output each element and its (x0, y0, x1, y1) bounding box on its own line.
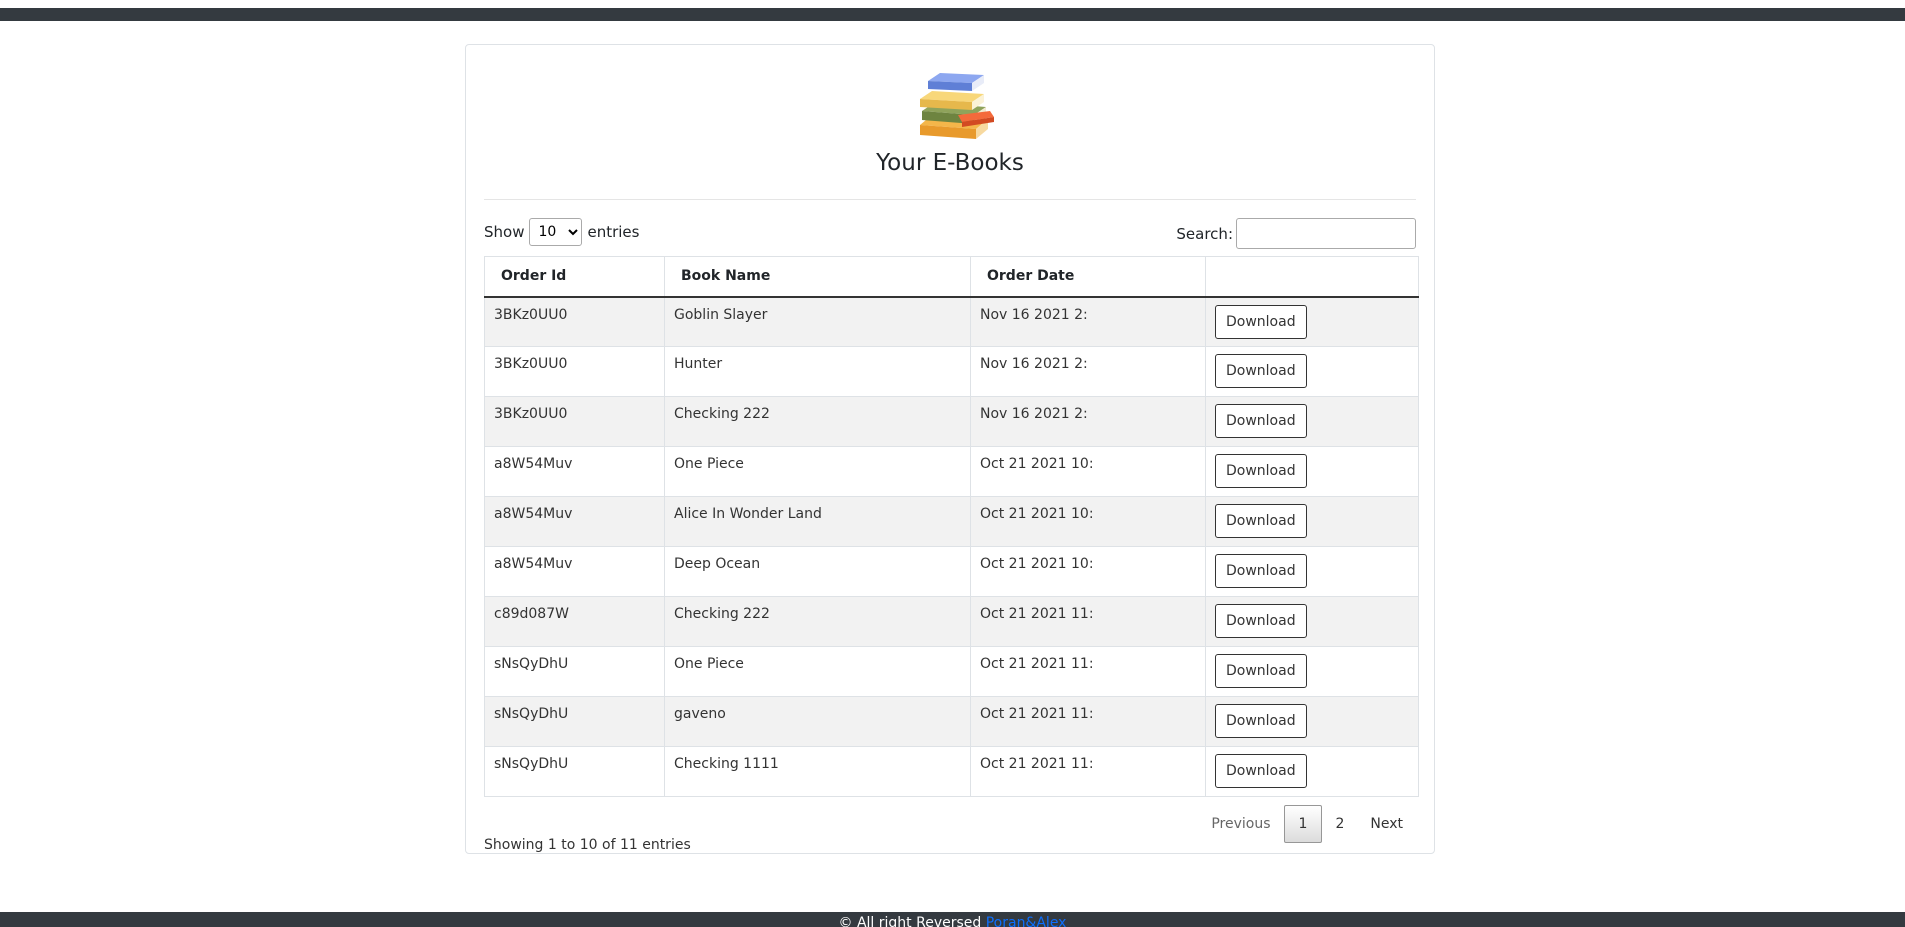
table-info: Showing 1 to 10 of 11 entries (484, 837, 691, 853)
actions-cell: Download (1205, 546, 1419, 597)
actions-cell: Download (1205, 696, 1419, 747)
book-name-cell: One Piece (664, 646, 971, 697)
top-navbar (0, 8, 1905, 21)
order-id-cell: sNsQyDhU (484, 696, 665, 747)
book-name-cell: Alice In Wonder Land (664, 496, 971, 547)
table-row: sNsQyDhU One Piece Oct 21 2021 11: Downl… (484, 646, 1419, 697)
book-name-cell: Checking 222 (664, 596, 971, 647)
order-date-cell: Oct 21 2021 11: (970, 696, 1206, 747)
order-id-cell: 3BKz0UU0 (484, 396, 665, 447)
ebooks-card: Your E-Books Show 10 entries Search: Ord… (465, 44, 1435, 854)
order-date-cell: Nov 16 2021 2: (970, 396, 1206, 447)
order-id-cell: sNsQyDhU (484, 746, 665, 797)
book-name-cell: One Piece (664, 446, 971, 497)
title-divider (484, 199, 1416, 200)
actions-cell: Download (1205, 746, 1419, 797)
table-row: c89d087W Checking 222 Oct 21 2021 11: Do… (484, 596, 1419, 647)
download-button[interactable]: Download (1215, 754, 1307, 788)
order-date-cell: Oct 21 2021 11: (970, 596, 1206, 647)
books-stack-icon (920, 73, 994, 139)
actions-cell: Download (1205, 296, 1419, 347)
search-label: Search: (1176, 224, 1233, 243)
page-title: Your E-Books (876, 150, 1024, 176)
table-row: 3BKz0UU0 Goblin Slayer Nov 16 2021 2: Do… (484, 296, 1419, 347)
book-name-cell: Goblin Slayer (664, 296, 971, 347)
table-row: sNsQyDhU gaveno Oct 21 2021 11: Download (484, 696, 1419, 747)
order-date-cell: Nov 16 2021 2: (970, 296, 1206, 347)
order-id-cell: a8W54Muv (484, 446, 665, 497)
order-date-cell: Oct 21 2021 11: (970, 646, 1206, 697)
search-input[interactable] (1236, 218, 1416, 249)
table-row: a8W54Muv Deep Ocean Oct 21 2021 10: Down… (484, 546, 1419, 597)
download-button[interactable]: Download (1215, 654, 1307, 688)
order-date-cell: Oct 21 2021 10: (970, 446, 1206, 497)
page-length-select[interactable]: 10 (529, 218, 583, 246)
download-button[interactable]: Download (1215, 504, 1307, 538)
page-length-control: Show 10 entries (484, 217, 639, 247)
page-button-2[interactable]: 2 (1322, 806, 1357, 842)
footer-text: © All right Reversed (838, 915, 982, 927)
column-header-actions (1205, 256, 1419, 298)
previous-button[interactable]: Previous (1198, 806, 1283, 842)
column-header-order-date[interactable]: Order Date (970, 256, 1206, 298)
order-date-cell: Oct 21 2021 10: (970, 546, 1206, 597)
order-date-cell: Nov 16 2021 2: (970, 346, 1206, 397)
book-name-cell: Hunter (664, 346, 971, 397)
download-button[interactable]: Download (1215, 354, 1307, 388)
book-name-cell: Deep Ocean (664, 546, 971, 597)
order-id-cell: c89d087W (484, 596, 665, 647)
book-name-cell: Checking 222 (664, 396, 971, 447)
order-id-cell: sNsQyDhU (484, 646, 665, 697)
table-row: sNsQyDhU Checking 1111 Oct 21 2021 11: D… (484, 746, 1419, 797)
download-button[interactable]: Download (1215, 604, 1307, 638)
table-row: 3BKz0UU0 Checking 222 Nov 16 2021 2: Dow… (484, 396, 1419, 447)
page-button-1[interactable]: 1 (1283, 805, 1323, 843)
order-id-cell: 3BKz0UU0 (484, 296, 665, 347)
footer: © All right Reversed Poran&Alex (0, 912, 1905, 927)
column-header-book-name[interactable]: Book Name (664, 256, 971, 298)
pagination: Previous 1 2 Next (1198, 805, 1416, 843)
order-id-cell: a8W54Muv (484, 546, 665, 597)
download-button[interactable]: Download (1215, 404, 1307, 438)
download-button[interactable]: Download (1215, 704, 1307, 738)
next-button[interactable]: Next (1357, 806, 1416, 842)
download-button[interactable]: Download (1215, 304, 1307, 339)
book-name-cell: gaveno (664, 696, 971, 747)
search-control: Search: (1176, 217, 1416, 250)
table-row: a8W54Muv One Piece Oct 21 2021 10: Downl… (484, 446, 1419, 497)
order-date-cell: Oct 21 2021 10: (970, 496, 1206, 547)
actions-cell: Download (1205, 346, 1419, 397)
table-row: a8W54Muv Alice In Wonder Land Oct 21 202… (484, 496, 1419, 547)
order-id-cell: a8W54Muv (484, 496, 665, 547)
ebooks-table: Order Id Book Name Order Date 3BKz0UU0 G… (484, 256, 1419, 797)
actions-cell: Download (1205, 646, 1419, 697)
download-button[interactable]: Download (1215, 454, 1307, 488)
column-header-order-id[interactable]: Order Id (484, 256, 665, 298)
footer-author-link[interactable]: Poran&Alex (986, 915, 1067, 927)
actions-cell: Download (1205, 396, 1419, 447)
download-button[interactable]: Download (1215, 554, 1307, 588)
actions-cell: Download (1205, 446, 1419, 497)
actions-cell: Download (1205, 496, 1419, 547)
entries-label: entries (587, 223, 640, 241)
actions-cell: Download (1205, 596, 1419, 647)
order-date-cell: Oct 21 2021 11: (970, 746, 1206, 797)
table-header-row: Order Id Book Name Order Date (484, 256, 1419, 298)
show-label: Show (484, 223, 525, 241)
order-id-cell: 3BKz0UU0 (484, 346, 665, 397)
table-row: 3BKz0UU0 Hunter Nov 16 2021 2: Download (484, 346, 1419, 397)
book-name-cell: Checking 1111 (664, 746, 971, 797)
